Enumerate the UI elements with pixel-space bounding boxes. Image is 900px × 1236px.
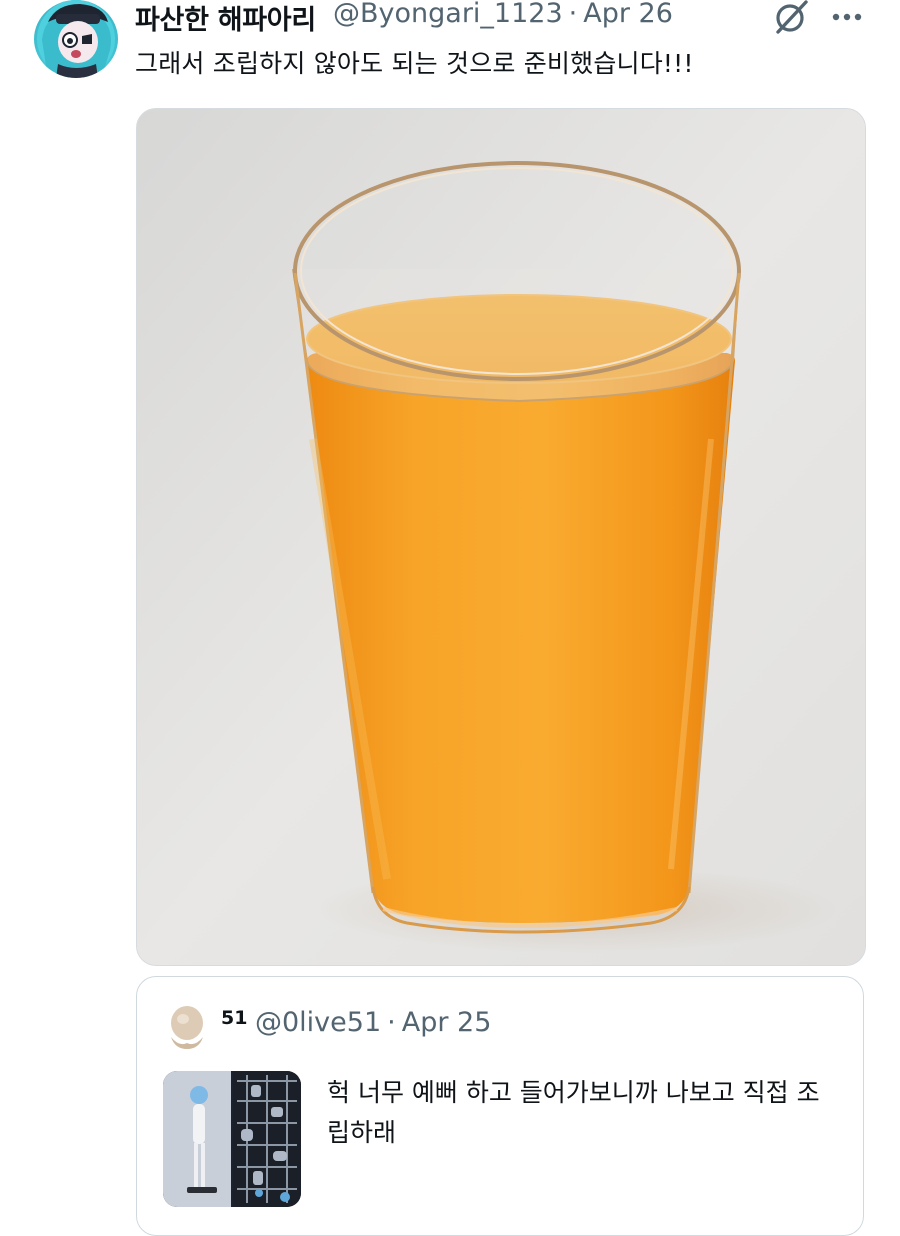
- display-name[interactable]: 파산한 해파아리: [135, 0, 316, 37]
- quote-thumbnail[interactable]: [163, 1071, 301, 1207]
- quote-meta: @0live51 · Apr 25: [255, 1007, 491, 1038]
- separator-dot: ·: [568, 0, 578, 29]
- quote-avatar[interactable]: [165, 1003, 209, 1049]
- quoted-tweet-card[interactable]: 51 @0live51 · Apr 25 헉 너무 예뻐 하고 들어가보니까 나…: [136, 976, 864, 1236]
- grok-icon[interactable]: [772, 0, 810, 34]
- user-handle[interactable]: @Byongari_1123: [333, 0, 563, 29]
- tweet-date[interactable]: Apr 26: [583, 0, 673, 29]
- quote-display-name[interactable]: 51: [221, 1007, 247, 1029]
- avatar[interactable]: [34, 0, 118, 78]
- more-options-icon[interactable]: [830, 6, 864, 28]
- quote-date[interactable]: Apr 25: [402, 1007, 492, 1038]
- tweet-media-image[interactable]: [136, 108, 866, 966]
- quote-user-handle[interactable]: @0live51: [255, 1007, 381, 1038]
- egg-figure-avatar-icon: [171, 1006, 203, 1049]
- quote-text: 헉 너무 예뻐 하고 들어가보니까 나보고 직접 조립하래: [327, 1078, 820, 1147]
- tweet-text: 그래서 조립하지 않아도 되는 것으로 준비했습니다!!!: [135, 49, 694, 78]
- figure-kit-thumbnail-icon: [163, 1071, 301, 1207]
- tweet-meta: @Byongari_1123 · Apr 26: [333, 0, 673, 29]
- orange-juice-glass-photo-icon: [137, 109, 865, 965]
- anime-character-avatar-icon: [37, 0, 115, 78]
- quote-separator-dot: ·: [387, 1007, 396, 1038]
